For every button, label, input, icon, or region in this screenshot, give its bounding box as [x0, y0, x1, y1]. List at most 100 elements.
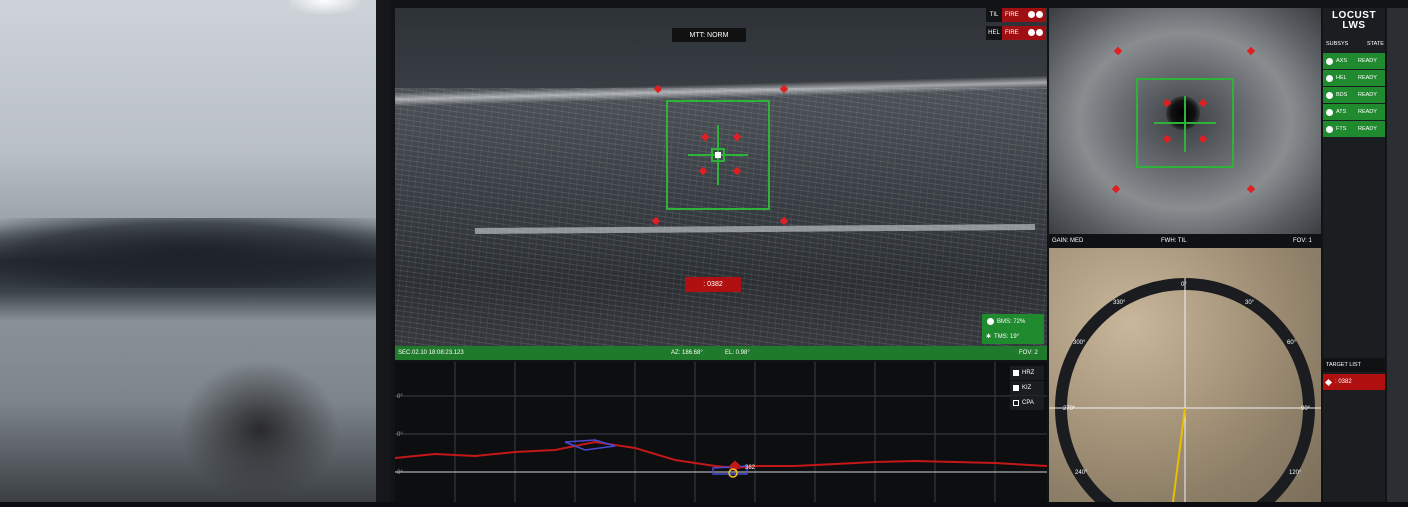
target-list-item[interactable]: : 0382	[1323, 374, 1385, 390]
compass-label: 120°	[1289, 470, 1302, 476]
check-icons	[1027, 10, 1043, 20]
fire-value: FIRE	[1002, 26, 1046, 40]
check-icon	[1036, 10, 1043, 18]
subsys-column: SUBSYS	[1326, 41, 1349, 47]
legend-label: CPA	[1022, 400, 1034, 406]
compass-label: 330°	[1113, 300, 1126, 306]
subsystem-row-hel[interactable]: HEL READY	[1323, 70, 1385, 86]
bms-status: BMS: 72%	[982, 314, 1044, 329]
zoom-info-bar: GAIN: MED FWH: TIL FOV: 1	[1049, 234, 1321, 248]
terrain-profile-line	[394, 440, 1048, 470]
subsystem-state: READY	[1358, 92, 1377, 98]
fire-value-text: FIRE	[1005, 30, 1019, 36]
subsystems-header: SUBSYS STATE	[1323, 38, 1385, 50]
elevation-graph[interactable]: 382 0° 0° 0°	[394, 362, 1048, 502]
hrz-zone	[564, 439, 616, 451]
heading-line	[1172, 407, 1186, 502]
main-info-bar: SEC.02.10 18:08:23.123 AZ: 186.68° EL: 0…	[395, 346, 1047, 360]
target-dot	[715, 152, 721, 158]
compass-label: 90°	[1301, 406, 1311, 412]
compass-label: 240°	[1075, 470, 1088, 476]
check-icon	[987, 318, 994, 325]
legend-cpa[interactable]: CPA	[1010, 396, 1044, 410]
system-status-box: BMS: 72% ✱ TMS: 19°	[982, 314, 1044, 344]
subsystem-state: READY	[1358, 75, 1377, 81]
legend-hrz[interactable]: HRZ	[1010, 366, 1044, 380]
bms-status-text: BMS: 72%	[997, 318, 1026, 325]
azimuth: AZ: 186.68°	[671, 350, 703, 356]
target-id-label[interactable]: : 0382	[685, 277, 741, 292]
compass-label: 30°	[1245, 300, 1255, 306]
tms-status-text: TMS: 19°	[994, 333, 1020, 340]
check-icon	[1326, 74, 1333, 82]
target-marker-label: 382	[745, 465, 756, 471]
subsystem-row-fts[interactable]: FTS READY	[1323, 121, 1385, 137]
fire-value-text: FIRE	[1005, 12, 1019, 18]
locust-logo: LOCUST LWS	[1323, 8, 1385, 36]
panel-edge	[1387, 8, 1408, 502]
check-icon	[1028, 28, 1035, 36]
timestamp: SEC.02.10 18:08:23.123	[398, 350, 464, 356]
check-icon	[1326, 91, 1333, 99]
target-list-header: TARGET LIST	[1323, 358, 1385, 372]
fwh-label: FWH: TIL	[1161, 238, 1187, 244]
subsystem-name: FTS	[1336, 126, 1347, 132]
legend-label: KIZ	[1022, 385, 1032, 391]
check-icon	[1326, 108, 1333, 116]
subsystem-name: ATS	[1336, 109, 1347, 115]
checkbox-icon[interactable]	[1013, 400, 1019, 406]
target-diamond-icon	[1324, 378, 1333, 386]
zoom-crosshair-horizontal	[1154, 122, 1216, 124]
checkbox-icon[interactable]	[1013, 370, 1019, 376]
background-light	[290, 0, 360, 14]
subsystem-state: READY	[1358, 58, 1377, 64]
fire-status-til[interactable]: TIL FIRE	[986, 8, 1046, 22]
compass-overlay: 0° 30° 60° 90° 120° 240° 270° 300° 330°	[1049, 278, 1321, 502]
fov: FOV: 2	[1019, 350, 1038, 356]
graph-grid	[395, 362, 1047, 502]
check-icons	[1027, 28, 1043, 38]
compass-label: 270°	[1063, 406, 1076, 412]
graph-legend: HRZ KIZ CPA	[1010, 366, 1044, 410]
target-ring	[728, 468, 738, 478]
monitor-bezel	[376, 0, 390, 502]
zoom-fov-label: FOV: 1	[1293, 238, 1312, 244]
check-icon	[1028, 10, 1035, 18]
check-icon	[1326, 125, 1333, 133]
compass-label: 0°	[1181, 282, 1187, 288]
fire-status-hel[interactable]: HEL FIRE	[986, 26, 1046, 40]
compass-label: 300°	[1073, 340, 1086, 346]
subsystem-state: READY	[1358, 126, 1377, 132]
subsystem-row-axs[interactable]: AXS READY	[1323, 53, 1385, 69]
legend-kiz[interactable]: KIZ	[1010, 381, 1044, 395]
fire-key: TIL	[986, 8, 1002, 22]
check-icon	[1036, 28, 1043, 36]
logo-line2: LWS	[1342, 20, 1366, 31]
fire-key: HEL	[986, 26, 1002, 40]
background-horizon	[0, 218, 386, 288]
compass-label: 60°	[1287, 340, 1297, 346]
blurred-background	[0, 0, 386, 502]
state-column: STATE	[1367, 41, 1384, 47]
subsystem-name: HEL	[1336, 75, 1347, 81]
y-label: 0°	[397, 432, 403, 438]
checkbox-icon[interactable]	[1013, 385, 1019, 391]
target-list-text: : 0382	[1335, 379, 1352, 385]
mtt-mode-label: MTT: NORM	[672, 28, 746, 42]
y-label: 0°	[397, 470, 403, 476]
subsystem-name: AXS	[1336, 58, 1348, 64]
y-label: 0°	[397, 394, 403, 400]
gain-label: GAIN: MED	[1052, 238, 1084, 244]
graph-svg: 382 0° 0° 0°	[394, 362, 1048, 502]
tms-status: ✱ TMS: 19°	[982, 329, 1044, 344]
zoom-crosshair-vertical	[1184, 96, 1186, 152]
subsystem-name: BDS	[1336, 92, 1348, 98]
subsystem-row-bds[interactable]: BDS READY	[1323, 87, 1385, 103]
elevation: EL: 0.98°	[725, 350, 750, 356]
fire-value: FIRE	[1002, 8, 1046, 22]
subsystem-row-ats[interactable]: ATS READY	[1323, 104, 1385, 120]
check-icon	[1326, 57, 1333, 65]
background-shadow	[180, 360, 340, 500]
legend-label: HRZ	[1022, 370, 1035, 376]
gear-icon: ✱	[986, 334, 992, 340]
